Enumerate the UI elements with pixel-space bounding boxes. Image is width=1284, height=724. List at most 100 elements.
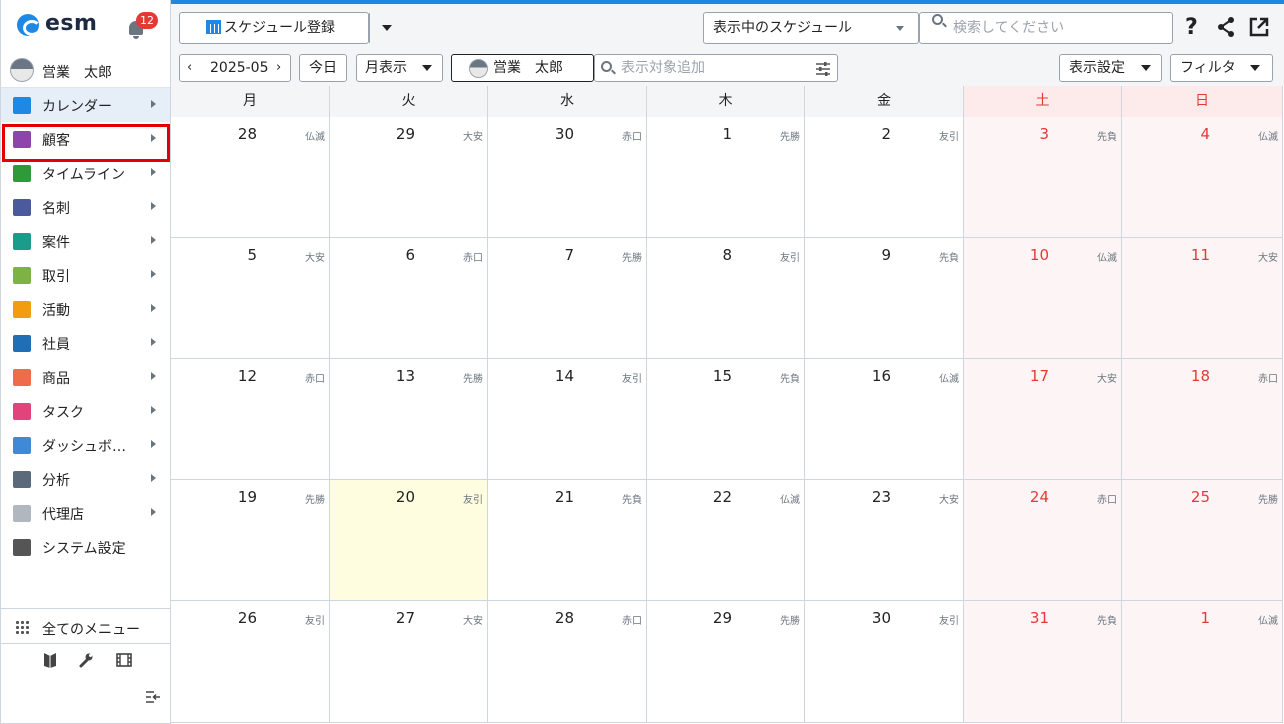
calendar-day-cell[interactable]: 6 赤口 (330, 238, 488, 359)
sidebar-item-10[interactable]: ダッシュボ… (1, 428, 170, 462)
calendar-day-cell[interactable]: 29 先勝 (647, 601, 805, 723)
calendar-day-cell[interactable]: 20 友引 (330, 480, 488, 601)
calendar-day-cell[interactable]: 19 先勝 (171, 480, 330, 601)
sidebar-item-9[interactable]: タスク (1, 394, 170, 428)
calendar-day-cell[interactable]: 13 先勝 (330, 359, 488, 480)
sidebar-item-0[interactable]: カレンダー (1, 88, 170, 122)
all-menu-button[interactable]: 全てのメニュー (1, 608, 171, 644)
day-number[interactable]: 25 (1191, 488, 1210, 506)
share-icon[interactable] (1216, 16, 1236, 44)
collapse-sidebar-icon[interactable] (145, 690, 161, 708)
calendar-day-cell[interactable]: 10 仏滅 (964, 238, 1122, 359)
calendar-day-cell[interactable]: 1 仏滅 (1122, 601, 1283, 723)
day-number[interactable]: 20 (396, 488, 415, 506)
day-number[interactable]: 1 (1200, 609, 1210, 627)
search-input[interactable]: 検索してください (919, 12, 1173, 44)
calendar-day-cell[interactable]: 30 赤口 (488, 117, 647, 238)
schedule-select[interactable]: 表示中のスケジュール (703, 12, 919, 44)
calendar-day-cell[interactable]: 7 先勝 (488, 238, 647, 359)
day-number[interactable]: 29 (396, 125, 415, 143)
day-number[interactable]: 28 (238, 125, 257, 143)
day-number[interactable]: 3 (1039, 125, 1049, 143)
calendar-day-cell[interactable]: 26 友引 (171, 601, 330, 723)
calendar-day-cell[interactable]: 22 仏滅 (647, 480, 805, 601)
day-number[interactable]: 13 (396, 367, 415, 385)
calendar-day-cell[interactable]: 27 大安 (330, 601, 488, 723)
day-number[interactable]: 22 (713, 488, 732, 506)
help-icon[interactable]: ? (1185, 16, 1198, 40)
calendar-day-cell[interactable]: 12 赤口 (171, 359, 330, 480)
day-number[interactable]: 5 (247, 246, 257, 264)
calendar-day-cell[interactable]: 4 仏滅 (1122, 117, 1283, 238)
calendar-day-cell[interactable]: 15 先負 (647, 359, 805, 480)
sidebar-item-1[interactable]: 顧客 (1, 122, 170, 156)
day-number[interactable]: 30 (872, 609, 891, 627)
register-schedule-button[interactable]: スケジュール登録 (206, 13, 335, 43)
user-chip[interactable]: 営業 太郎 (451, 54, 594, 82)
day-number[interactable]: 6 (405, 246, 415, 264)
calendar-day-cell[interactable]: 17 大安 (964, 359, 1122, 480)
calendar-day-cell[interactable]: 16 仏滅 (805, 359, 964, 480)
sliders-icon[interactable] (815, 60, 831, 86)
calendar-day-cell[interactable]: 21 先負 (488, 480, 647, 601)
sidebar-item-7[interactable]: 社員 (1, 326, 170, 360)
filter-button[interactable]: フィルタ (1170, 54, 1273, 82)
day-number[interactable]: 31 (1030, 609, 1049, 627)
day-number[interactable]: 1 (722, 125, 732, 143)
day-number[interactable]: 10 (1030, 246, 1049, 264)
calendar-day-cell[interactable]: 29 大安 (330, 117, 488, 238)
day-number[interactable]: 9 (881, 246, 891, 264)
sidebar-item-6[interactable]: 活動 (1, 292, 170, 326)
sidebar-item-11[interactable]: 分析 (1, 462, 170, 496)
sidebar-item-3[interactable]: 名刺 (1, 190, 170, 224)
day-number[interactable]: 7 (564, 246, 574, 264)
add-target-input[interactable]: 表示対象追加 (594, 54, 838, 82)
day-number[interactable]: 18 (1191, 367, 1210, 385)
day-number[interactable]: 4 (1200, 125, 1210, 143)
register-dropdown-button[interactable] (376, 13, 398, 43)
calendar-day-cell[interactable]: 24 赤口 (964, 480, 1122, 601)
calendar-day-cell[interactable]: 23 大安 (805, 480, 964, 601)
day-number[interactable]: 17 (1030, 367, 1049, 385)
day-number[interactable]: 27 (396, 609, 415, 627)
film-icon[interactable] (116, 652, 132, 668)
user-row[interactable]: 営業 太郎 (1, 50, 170, 88)
calendar-day-cell[interactable]: 31 先負 (964, 601, 1122, 723)
calendar-day-cell[interactable]: 9 先負 (805, 238, 964, 359)
calendar-day-cell[interactable]: 2 友引 (805, 117, 964, 238)
calendar-day-cell[interactable]: 18 赤口 (1122, 359, 1283, 480)
day-number[interactable]: 12 (238, 367, 257, 385)
display-settings-button[interactable]: 表示設定 (1059, 54, 1162, 82)
day-number[interactable]: 2 (881, 125, 891, 143)
day-number[interactable]: 28 (555, 609, 574, 627)
day-number[interactable]: 24 (1030, 488, 1049, 506)
calendar-day-cell[interactable]: 28 赤口 (488, 601, 647, 723)
day-number[interactable]: 23 (872, 488, 891, 506)
day-number[interactable]: 11 (1191, 246, 1210, 264)
book-icon[interactable] (43, 652, 57, 668)
next-month-button[interactable]: › (276, 55, 281, 81)
calendar-day-cell[interactable]: 28 仏滅 (171, 117, 330, 238)
sidebar-item-5[interactable]: 取引 (1, 258, 170, 292)
calendar-day-cell[interactable]: 8 友引 (647, 238, 805, 359)
day-number[interactable]: 14 (555, 367, 574, 385)
day-number[interactable]: 8 (722, 246, 732, 264)
sidebar-item-13[interactable]: システム設定 (1, 530, 170, 564)
calendar-day-cell[interactable]: 11 大安 (1122, 238, 1283, 359)
day-number[interactable]: 21 (555, 488, 574, 506)
today-button[interactable]: 今日 (299, 54, 347, 82)
calendar-day-cell[interactable]: 1 先勝 (647, 117, 805, 238)
calendar-day-cell[interactable]: 5 大安 (171, 238, 330, 359)
calendar-day-cell[interactable]: 25 先勝 (1122, 480, 1283, 601)
day-number[interactable]: 16 (872, 367, 891, 385)
calendar-day-cell[interactable]: 14 友引 (488, 359, 647, 480)
sidebar-item-4[interactable]: 案件 (1, 224, 170, 258)
sidebar-item-12[interactable]: 代理店 (1, 496, 170, 530)
external-link-icon[interactable] (1248, 16, 1270, 44)
day-number[interactable]: 26 (238, 609, 257, 627)
day-number[interactable]: 19 (238, 488, 257, 506)
calendar-day-cell[interactable]: 30 友引 (805, 601, 964, 723)
sidebar-item-8[interactable]: 商品 (1, 360, 170, 394)
sidebar-item-2[interactable]: タイムライン (1, 156, 170, 190)
day-number[interactable]: 30 (555, 125, 574, 143)
